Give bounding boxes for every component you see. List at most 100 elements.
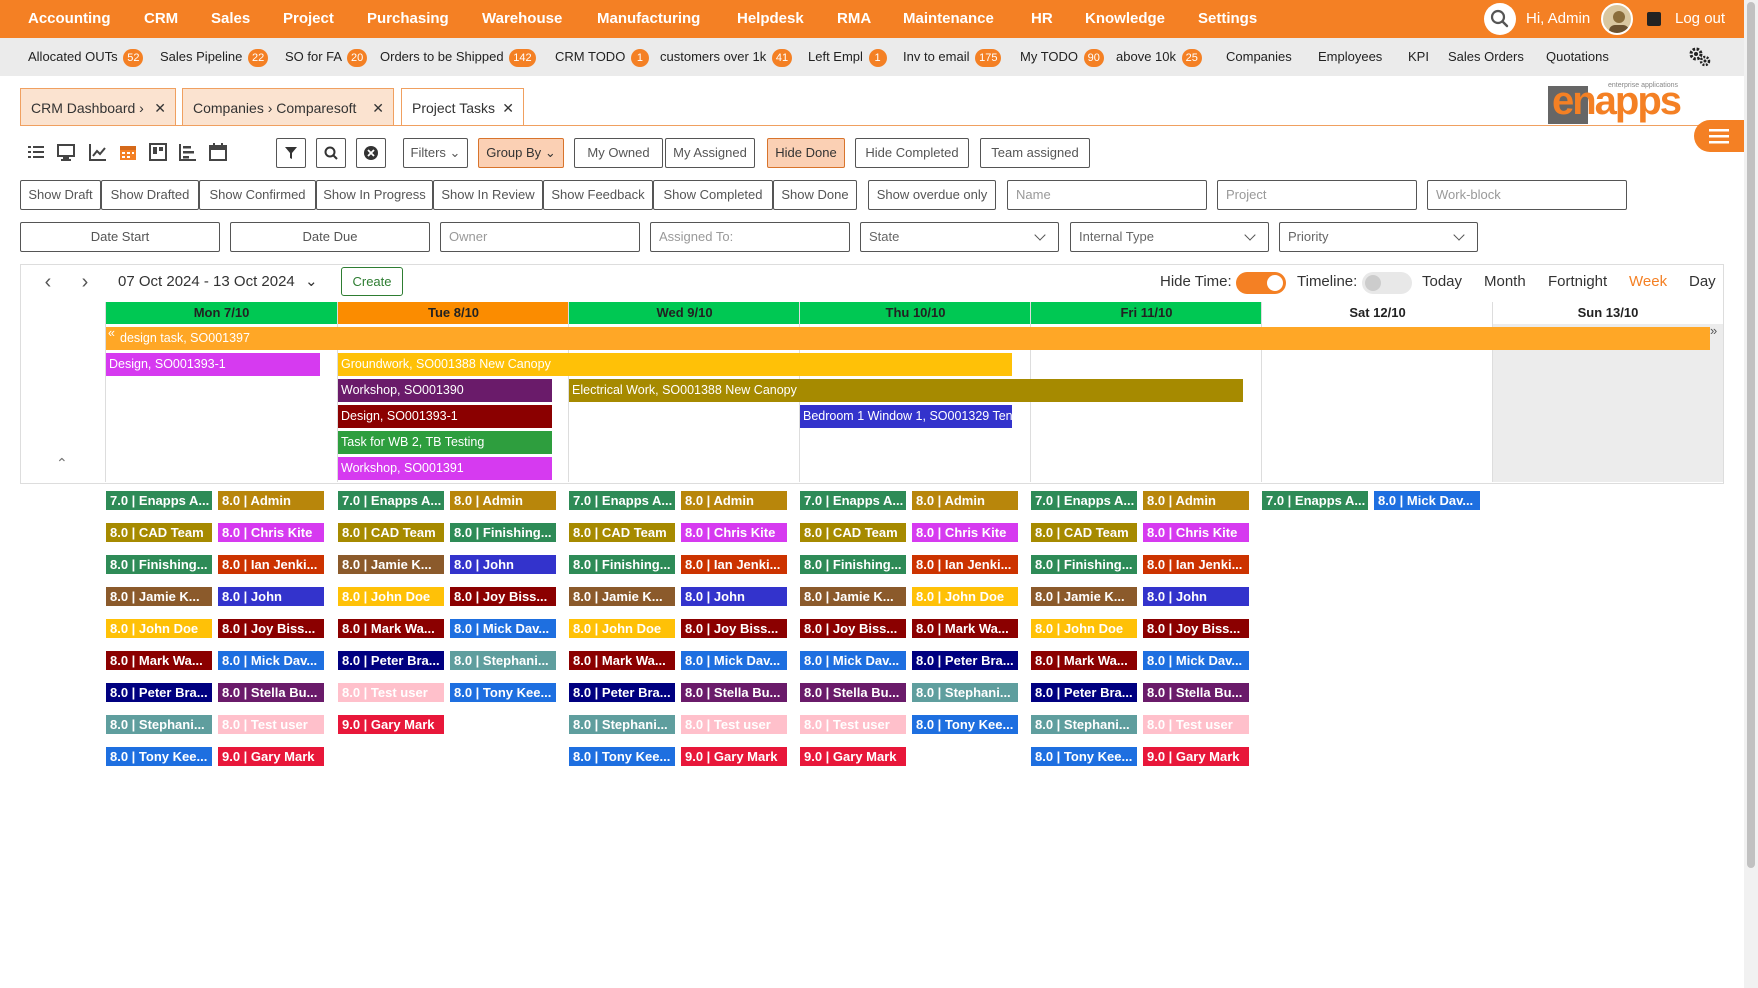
date-range-picker[interactable]: 07 Oct 2024 - 13 Oct 2024 ⌄ [118,270,318,294]
workload-chip[interactable]: 8.0 | Ian Jenki... [681,555,787,574]
workload-chip[interactable]: 8.0 | Mark Wa... [1031,651,1137,670]
workload-chip[interactable]: 8.0 | John Doe [338,587,444,606]
workload-chip[interactable]: 8.0 | Tony Kee... [912,715,1018,734]
workload-chip[interactable]: 8.0 | Mick Dav... [800,651,906,670]
priority-select[interactable]: Priority [1279,222,1478,252]
nav-knowledge[interactable]: Knowledge [1085,0,1165,38]
workload-chip[interactable]: 8.0 | Finishing... [450,523,556,542]
workload-chip[interactable]: 8.0 | Peter Bra... [569,683,675,702]
search-icon[interactable] [1484,3,1516,35]
workload-chip[interactable]: 8.0 | John [1143,587,1249,606]
nav-helpdesk[interactable]: Helpdesk [737,0,804,38]
show-draft-button[interactable]: Show Draft [20,180,101,210]
workload-chip[interactable]: 8.0 | Admin [218,491,324,510]
my-assigned-button[interactable]: My Assigned [665,138,755,168]
workload-chip[interactable]: 8.0 | Stella Bu... [218,683,324,702]
workload-chip[interactable]: 8.0 | Finishing... [1031,555,1137,574]
workload-chip[interactable]: 8.0 | Test user [218,715,324,734]
workload-chip[interactable]: 8.0 | John [681,587,787,606]
quickfilter-my-todo[interactable]: My TODO 90 [1020,38,1104,76]
calendar-icon[interactable] [207,141,229,163]
event-bar[interactable]: Design, SO001393-1 [338,405,552,428]
my-owned-button[interactable]: My Owned [574,138,663,168]
list-view-icon[interactable] [25,141,47,163]
workload-chip[interactable]: 8.0 | CAD Team [1031,523,1137,542]
workload-chip[interactable]: 8.0 | John Doe [1031,619,1137,638]
workload-chip[interactable]: 8.0 | Jamie K... [106,587,212,606]
workload-chip[interactable]: 8.0 | Mick Dav... [681,651,787,670]
view-week[interactable]: Week [1629,270,1667,294]
show-drafted-button[interactable]: Show Drafted [101,180,199,210]
settings-gears-icon[interactable] [1688,46,1712,68]
workload-chip[interactable]: 8.0 | Tony Kee... [106,747,212,766]
workload-chip[interactable]: 7.0 | Enapps A... [569,491,675,510]
show-in-progress-button[interactable]: Show In Progress [316,180,433,210]
tab-project-tasks[interactable]: Project Tasks✕ [401,88,524,126]
workload-chip[interactable]: 8.0 | Mick Dav... [1143,651,1249,670]
event-bar[interactable]: Task for WB 2, TB Testing [338,431,552,454]
workload-chip[interactable]: 9.0 | Gary Mark [800,747,906,766]
quickfilter-allocated-outs[interactable]: Allocated OUTs 52 [28,38,143,76]
view-today[interactable]: Today [1422,270,1462,294]
project-filter-input[interactable]: Project [1217,180,1417,210]
workload-chip[interactable]: 8.0 | Stephani... [106,715,212,734]
create-button[interactable]: Create [341,267,403,296]
calendar-view-icon[interactable] [117,141,139,163]
user-greeting[interactable]: Hi, Admin [1526,0,1590,38]
quickfilter-sales-pipeline[interactable]: Sales Pipeline 22 [160,38,268,76]
nav-manufacturing[interactable]: Manufacturing [597,0,700,38]
timeline-toggle[interactable] [1362,272,1412,294]
workload-chip[interactable]: 8.0 | Joy Biss... [218,619,324,638]
quickfilter-kpi[interactable]: KPI [1408,38,1429,76]
event-bar[interactable]: Workshop, SO001390 [338,379,552,402]
scrollbar-thumb[interactable] [1747,2,1755,868]
workload-chip[interactable]: 8.0 | Mark Wa... [338,619,444,638]
menu-icon[interactable] [1694,120,1744,152]
nav-settings[interactable]: Settings [1198,0,1257,38]
workload-chip[interactable]: 8.0 | Mark Wa... [912,619,1018,638]
tab-crm-dashboard[interactable]: CRM Dashboard ›✕ [20,88,176,126]
show-overdue-button[interactable]: Show overdue only [868,180,996,210]
view-day[interactable]: Day [1689,270,1716,294]
workload-chip[interactable]: 7.0 | Enapps A... [800,491,906,510]
workload-chip[interactable]: 8.0 | Test user [1143,715,1249,734]
event-bar[interactable]: Electrical Work, SO001388 New Canopy [569,379,1243,402]
workload-chip[interactable]: 8.0 | Mick Dav... [450,619,556,638]
workload-chip[interactable]: 8.0 | Joy Biss... [681,619,787,638]
logout-icon[interactable] [1647,12,1661,26]
close-icon[interactable]: ✕ [154,89,166,127]
quickfilter-above-10k[interactable]: above 10k 25 [1116,38,1202,76]
workload-chip[interactable]: 8.0 | Tony Kee... [450,683,556,702]
workload-chip[interactable]: 7.0 | Enapps A... [106,491,212,510]
workload-chip[interactable]: 8.0 | Admin [681,491,787,510]
clear-filters-icon[interactable] [356,138,386,168]
quickfilter-employees[interactable]: Employees [1318,38,1382,76]
workload-chip[interactable]: 9.0 | Gary Mark [681,747,787,766]
nav-rma[interactable]: RMA [837,0,871,38]
event-bar[interactable]: «design task, SO001397 [106,327,1710,350]
quickfilter-companies[interactable]: Companies [1226,38,1292,76]
workload-chip[interactable]: 8.0 | Test user [338,683,444,702]
event-bar[interactable]: Design, SO001393-1 [106,353,320,376]
logout-link[interactable]: Log out [1675,0,1725,38]
workload-chip[interactable]: 8.0 | Stephani... [569,715,675,734]
workload-chip[interactable]: 8.0 | Stella Bu... [1143,683,1249,702]
workload-chip[interactable]: 8.0 | Finishing... [569,555,675,574]
date-due-input[interactable]: Date Due [230,222,430,252]
workload-chip[interactable]: 7.0 | Enapps A... [1262,491,1368,510]
workload-chip[interactable]: 8.0 | Jamie K... [1031,587,1137,606]
workload-chip[interactable]: 8.0 | Finishing... [800,555,906,574]
workload-chip[interactable]: 7.0 | Enapps A... [1031,491,1137,510]
workload-chip[interactable]: 9.0 | Gary Mark [218,747,324,766]
event-bar[interactable]: Groundwork, SO001388 New Canopy [338,353,1012,376]
workload-chip[interactable]: 8.0 | Jamie K... [569,587,675,606]
workload-chip[interactable]: 8.0 | Peter Bra... [1031,683,1137,702]
workload-chip[interactable]: 8.0 | Ian Jenki... [1143,555,1249,574]
group-by-dropdown[interactable]: Group By ⌄ [478,138,564,168]
workload-chip[interactable]: 8.0 | Mark Wa... [106,651,212,670]
workload-chip[interactable]: 8.0 | Chris Kite [1143,523,1249,542]
workload-chip[interactable]: 8.0 | Mick Dav... [1374,491,1480,510]
workload-chip[interactable]: 8.0 | Stella Bu... [681,683,787,702]
show-feedback-button[interactable]: Show Feedback [543,180,653,210]
hide-time-toggle[interactable] [1236,272,1286,294]
